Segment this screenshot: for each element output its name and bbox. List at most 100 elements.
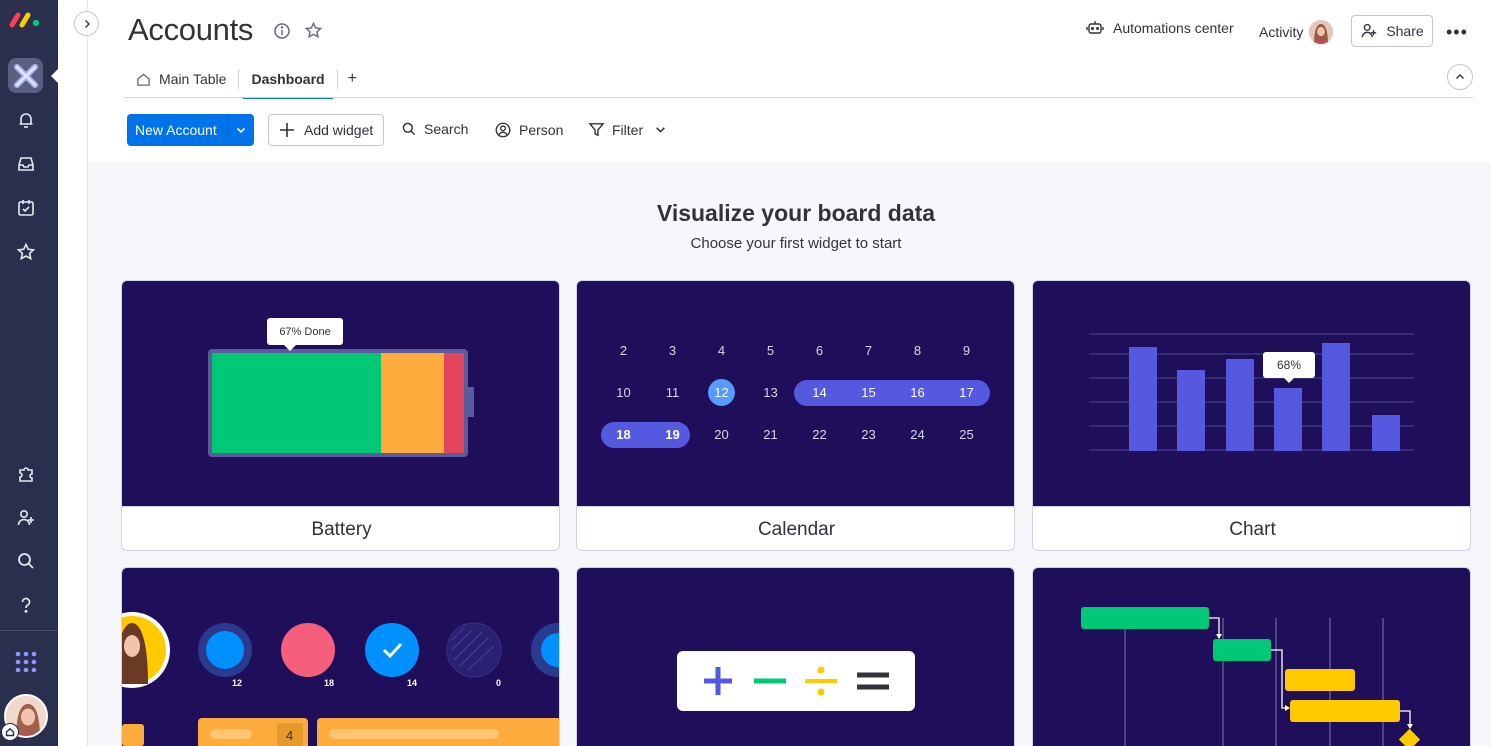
calendar-day: 23 bbox=[861, 427, 876, 442]
calendar-preview: 2 3 4 5 6 7 8 9 10 11 12 13 14 15 16 17 … bbox=[577, 281, 1014, 506]
math-operators-icon bbox=[704, 666, 889, 696]
tabs-underline bbox=[124, 97, 1473, 98]
filter-dropdown-chevron-down-icon[interactable] bbox=[655, 124, 666, 135]
widget-card-formula[interactable] bbox=[576, 567, 1015, 746]
activity-avatar bbox=[1309, 20, 1334, 44]
add-widget-label: Add widget bbox=[304, 122, 374, 138]
filter-button[interactable]: Filter bbox=[588, 121, 666, 138]
calendar-day: 7 bbox=[864, 343, 873, 358]
battery-working-segment bbox=[381, 353, 444, 453]
calendar-day: 25 bbox=[959, 427, 974, 442]
automations-label: Automations center bbox=[1113, 20, 1234, 36]
widget-name-battery: Battery bbox=[122, 506, 559, 550]
add-view-button[interactable]: + bbox=[338, 70, 367, 88]
home-icon bbox=[1, 723, 19, 741]
collapse-header-chevron-up-icon[interactable] bbox=[1447, 64, 1473, 90]
calendar-week-row: 18 19 20 21 22 23 24 25 bbox=[599, 427, 999, 442]
apps-puzzle-icon[interactable] bbox=[14, 462, 38, 486]
invite-member-icon[interactable] bbox=[14, 506, 38, 530]
monday-logo-icon[interactable] bbox=[9, 8, 43, 28]
chart-preview: 68% bbox=[1033, 281, 1470, 506]
widget-card-gantt[interactable] bbox=[1032, 567, 1471, 746]
calendar-day: 11 bbox=[665, 385, 680, 400]
new-account-button[interactable]: New Account bbox=[127, 114, 254, 146]
tab-dashboard[interactable]: Dashboard bbox=[239, 61, 336, 99]
new-account-dropdown-chevron-icon[interactable] bbox=[227, 114, 254, 146]
battery-stuck-segment bbox=[444, 353, 464, 453]
calendar-day: 18 bbox=[616, 427, 631, 442]
calendar-day-today: 12 bbox=[714, 385, 729, 400]
gantt-preview-graphic bbox=[1081, 607, 1421, 746]
widget-card-calendar[interactable]: 2 3 4 5 6 7 8 9 10 11 12 13 14 15 16 17 … bbox=[576, 280, 1015, 551]
help-question-icon[interactable] bbox=[14, 593, 38, 617]
tab-main-table-label: Main Table bbox=[159, 71, 227, 87]
status-preview-graphic bbox=[122, 612, 559, 746]
inbox-icon[interactable] bbox=[14, 152, 38, 176]
share-label: Share bbox=[1386, 23, 1424, 39]
calendar-day: 6 bbox=[815, 343, 824, 358]
calendar-day: 19 bbox=[665, 427, 680, 442]
calendar-day: 17 bbox=[959, 385, 974, 400]
battery-done-segment bbox=[212, 353, 381, 453]
calendar-week-row: 10 11 12 13 14 15 16 17 bbox=[599, 385, 999, 400]
expand-sidebar-chevron-right-icon[interactable] bbox=[74, 11, 99, 36]
home-icon bbox=[137, 72, 150, 86]
calendar-day: 8 bbox=[913, 343, 922, 358]
add-person-icon bbox=[1361, 23, 1377, 38]
robot-icon bbox=[1086, 21, 1104, 34]
search-label: Search bbox=[424, 121, 469, 137]
calendar-day: 2 bbox=[619, 343, 628, 358]
calendar-day: 10 bbox=[616, 385, 631, 400]
favorite-board-star-icon[interactable] bbox=[304, 21, 323, 45]
products-grid-icon[interactable] bbox=[14, 650, 38, 674]
active-pointer bbox=[51, 69, 58, 83]
workspace-switcher-icon[interactable] bbox=[8, 58, 43, 93]
activity-button[interactable]: Activity bbox=[1259, 20, 1334, 44]
tab-dashboard-label: Dashboard bbox=[251, 71, 325, 87]
status-count: 0 bbox=[496, 678, 502, 688]
tooltip-arrow bbox=[284, 345, 296, 351]
calendar-day: 15 bbox=[861, 385, 876, 400]
widget-name-chart: Chart bbox=[1033, 506, 1470, 550]
share-button[interactable]: Share bbox=[1351, 15, 1433, 47]
filter-label: Filter bbox=[612, 121, 644, 138]
battery-terminal bbox=[468, 387, 474, 417]
dashboard-heading: Visualize your board data bbox=[656, 200, 936, 226]
tab-main-table[interactable]: Main Table bbox=[124, 61, 238, 98]
search-icon[interactable] bbox=[14, 549, 38, 573]
search-icon bbox=[402, 122, 416, 136]
calendar-day: 5 bbox=[766, 343, 775, 358]
calendar-day: 16 bbox=[910, 385, 925, 400]
calendar-day: 13 bbox=[763, 385, 778, 400]
new-account-label: New Account bbox=[135, 122, 217, 138]
status-count: 14 bbox=[407, 678, 418, 688]
widget-card-battery[interactable]: 67% Done Battery bbox=[121, 280, 560, 551]
notifications-bell-icon[interactable] bbox=[14, 108, 38, 132]
my-work-calendar-icon[interactable] bbox=[14, 196, 38, 220]
person-filter-button[interactable]: Person bbox=[494, 121, 563, 139]
status-preview: 12 18 14 0 4 bbox=[122, 568, 559, 746]
automations-center-button[interactable]: Automations center bbox=[1086, 20, 1234, 36]
gantt-preview bbox=[1033, 568, 1470, 746]
plus-icon bbox=[280, 123, 294, 137]
board-title[interactable]: Accounts bbox=[128, 12, 253, 48]
filter-funnel-icon bbox=[588, 123, 605, 137]
calendar-day: 14 bbox=[812, 385, 827, 400]
calendar-day: 4 bbox=[717, 343, 726, 358]
search-button[interactable]: Search bbox=[401, 121, 468, 137]
calendar-day: 20 bbox=[714, 427, 729, 442]
favorites-star-icon[interactable] bbox=[14, 240, 38, 264]
calendar-day: 21 bbox=[763, 427, 778, 442]
widget-card-status[interactable]: 12 18 14 0 4 bbox=[121, 567, 560, 746]
more-options-icon[interactable]: ••• bbox=[1446, 22, 1468, 43]
bar-count: 4 bbox=[286, 728, 294, 743]
status-count: 18 bbox=[324, 678, 335, 688]
widget-card-chart[interactable]: 68% Chart bbox=[1032, 280, 1471, 551]
add-widget-button[interactable]: Add widget bbox=[268, 114, 384, 146]
calendar-day: 9 bbox=[962, 343, 971, 358]
dashboard-subheading: Choose your first widget to start bbox=[690, 235, 902, 252]
activity-label: Activity bbox=[1259, 24, 1304, 40]
calendar-day: 3 bbox=[668, 343, 677, 358]
chart-tooltip: 68% bbox=[1263, 352, 1315, 378]
board-info-icon[interactable] bbox=[273, 22, 291, 45]
